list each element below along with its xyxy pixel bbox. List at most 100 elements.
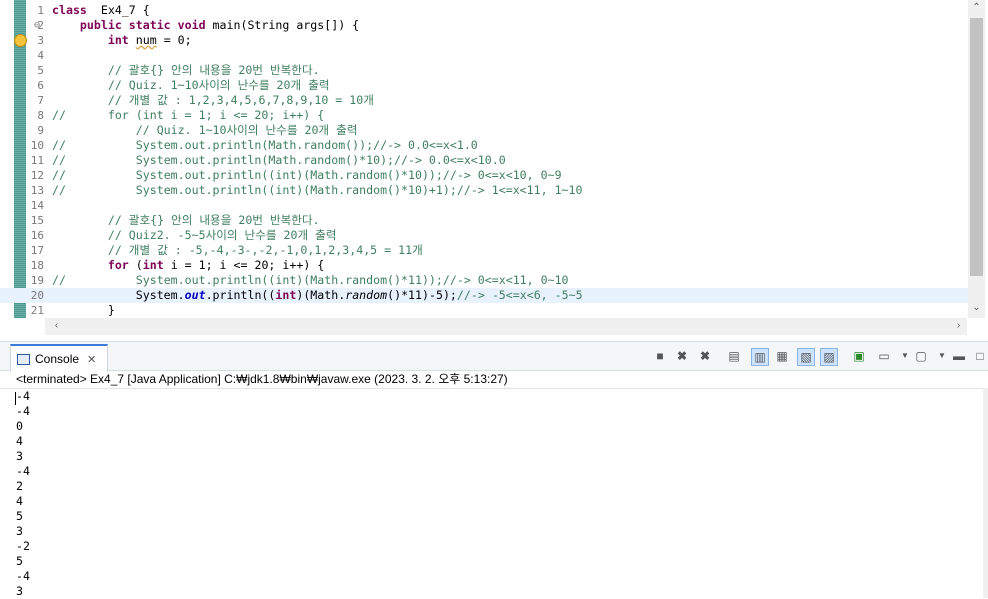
terminate-icon[interactable]: ■ (652, 348, 668, 364)
code-text: // Quiz. 1~10사이의 난수를 20개 출력 (52, 123, 358, 138)
line-number: 1 (37, 4, 44, 17)
line-number: 4 (37, 49, 44, 62)
code-token: System.out.println((int)(Math.random()*1… (65, 183, 583, 197)
code-token: // (52, 153, 66, 167)
code-text: for (int i = 1; i <= 20; i++) { (52, 258, 324, 273)
console-output-line: -4 (16, 404, 30, 418)
console-output-line: 3 (16, 449, 23, 463)
code-token: // 괄호{} 안의 내용을 20번 반복한다. (107, 63, 320, 77)
code-line[interactable]: 5 // 괄호{} 안의 내용을 20번 반복한다. (0, 63, 968, 78)
code-line[interactable]: 18 for (int i = 1; i <= 20; i++) { (0, 258, 968, 273)
code-text: // 괄호{} 안의 내용을 20번 반복한다. (52, 63, 320, 78)
pin-console-icon[interactable]: ▣ (851, 348, 867, 364)
code-line[interactable]: 6 // Quiz. 1~10사이의 난수를 20개 출력 (0, 78, 968, 93)
scroll-right-icon[interactable]: › (950, 320, 967, 331)
code-text: // System.out.println((int)(Math.random(… (52, 168, 562, 183)
code-line[interactable]: 15 // 괄호{} 안의 내용을 20번 반복한다. (0, 213, 968, 228)
chevron-down-icon[interactable]: ▼ (934, 348, 950, 364)
console-icon (17, 353, 30, 365)
clear-console-icon[interactable]: ▤ (726, 348, 742, 364)
code-text: // System.out.println((int)(Math.random(… (52, 183, 583, 198)
code-text: // 괄호{} 안의 내용을 20번 반복한다. (52, 213, 320, 228)
console-panel: Console ✕ ■ ✖ ✖ ▤ ▥ ▦ ▧ ▨ ▣ ▭ ▼ ▢ ▼ ▬ □ … (0, 341, 988, 598)
code-token: ( (128, 258, 143, 272)
code-line[interactable]: 1 class Ex4_7 { (0, 3, 968, 18)
code-token: // Quiz2. -5~5사이의 난수를 20개 출력 (107, 228, 337, 242)
code-line[interactable]: 8 // for (int i = 1; i <= 20; i++) { (0, 108, 968, 123)
code-line[interactable]: 13 // System.out.println((int)(Math.rando… (0, 183, 968, 198)
code-line[interactable]: 9 // Quiz. 1~10사이의 난수를 20개 출력 (0, 123, 968, 138)
minimize-icon[interactable]: ▬ (951, 348, 967, 364)
line-number: 19 (30, 274, 44, 287)
editor-vertical-scroll-thumb[interactable] (970, 18, 983, 276)
code-line[interactable]: 16 // Quiz2. -5~5사이의 난수를 20개 출력 (0, 228, 968, 243)
word-wrap-icon[interactable]: ▦ (774, 348, 790, 364)
show-on-output-icon[interactable]: ▧ (797, 348, 815, 366)
line-number: 17 (30, 244, 44, 257)
code-line[interactable]: 12 // System.out.println((int)(Math.rando… (0, 168, 968, 183)
code-line[interactable]: 2 ⊖ public static void main(String args[]… (0, 18, 968, 33)
code-token: //-> -5<=x<6, -5~5 (456, 288, 583, 302)
code-token: System.out.println((int)(Math.random()*1… (65, 168, 562, 182)
scroll-up-icon[interactable]: ⌃ (968, 2, 985, 13)
close-icon[interactable]: ✕ (87, 353, 96, 366)
console-output-line: -4 (16, 569, 30, 583)
console-vertical-scrollbar[interactable] (983, 388, 988, 598)
code-line[interactable]: 11 // System.out.println(Math.random()*10… (0, 153, 968, 168)
tab-console[interactable]: Console ✕ (10, 344, 108, 372)
code-text: class Ex4_7 { (52, 3, 150, 18)
code-text: // for (int i = 1; i <= 20; i++) { (52, 108, 324, 123)
open-console-icon[interactable]: ▢ (913, 348, 929, 364)
remove-launch-icon[interactable]: ✖ (674, 348, 690, 364)
line-number: 14 (30, 199, 44, 212)
code-token: out (184, 288, 206, 302)
code-line[interactable]: 4 (0, 48, 968, 63)
show-on-error-icon[interactable]: ▨ (820, 348, 838, 366)
code-token: class (52, 3, 87, 17)
code-line[interactable]: 3 int num = 0; (0, 33, 968, 48)
console-tabbar: Console ✕ ■ ✖ ✖ ▤ ▥ ▦ ▧ ▨ ▣ ▭ ▼ ▢ ▼ ▬ □ (0, 342, 988, 372)
maximize-icon[interactable]: □ (972, 348, 988, 364)
code-line[interactable]: 20 System.out.println((int)(Math.random(… (0, 288, 968, 303)
code-token: main(String (205, 18, 297, 32)
code-token: // Quiz. 1~10사이의 난수를 20개 출력 (135, 123, 358, 137)
line-number: 5 (37, 64, 44, 77)
console-status: <terminated> Ex4_7 [Java Application] C:… (16, 372, 508, 386)
editor-horizontal-scrollbar[interactable] (45, 318, 967, 335)
code-token: int (142, 258, 164, 272)
scroll-lock-icon[interactable]: ▥ (751, 348, 769, 366)
code-token: System.out.println((int)(Math.random()*1… (65, 273, 569, 287)
code-token: // (52, 168, 66, 182)
code-editor[interactable]: 1 class Ex4_7 {2 ⊖ public static void main… (0, 0, 988, 338)
code-token: System.out.println(Math.random());//-> 0… (65, 138, 478, 152)
editor-lines[interactable]: 1 class Ex4_7 {2 ⊖ public static void main… (0, 3, 968, 318)
remove-all-terminated-icon[interactable]: ✖ (697, 348, 713, 364)
display-console-icon[interactable]: ▭ (876, 348, 892, 364)
code-line[interactable]: 10 // System.out.println(Math.random());/… (0, 138, 968, 153)
console-output-line: -2 (16, 539, 30, 553)
scroll-down-icon[interactable]: ⌄ (968, 302, 985, 313)
code-token: int (107, 33, 129, 47)
code-line[interactable]: 14 (0, 198, 968, 213)
code-line[interactable]: 17 // 개별 값 : -5,-4,-3-,-2,-1,0,1,2,3,4,5… (0, 243, 968, 258)
chevron-down-icon[interactable]: ▼ (897, 348, 913, 364)
code-token: // Quiz. 1~10사이의 난수를 20개 출력 (107, 78, 330, 92)
tab-console-label: Console (35, 352, 80, 366)
scroll-left-icon[interactable]: ‹ (48, 320, 65, 331)
code-line[interactable]: 19 // System.out.println((int)(Math.rando… (0, 273, 968, 288)
line-number: 7 (37, 94, 44, 107)
console-output[interactable]: -4 -4 0 4 3 -4 2 4 5 3 -2 5 -4 3 (0, 388, 983, 599)
code-token: = 0; (156, 33, 192, 47)
code-line[interactable]: 21 } (0, 303, 968, 318)
code-token: num (135, 33, 157, 47)
fold-toggle-icon[interactable]: ⊖ (34, 18, 40, 33)
code-line[interactable]: 7 // 개별 값 : 1,2,3,4,5,6,7,8,9,10 = 10개 (0, 93, 968, 108)
warning-icon[interactable] (14, 34, 27, 47)
